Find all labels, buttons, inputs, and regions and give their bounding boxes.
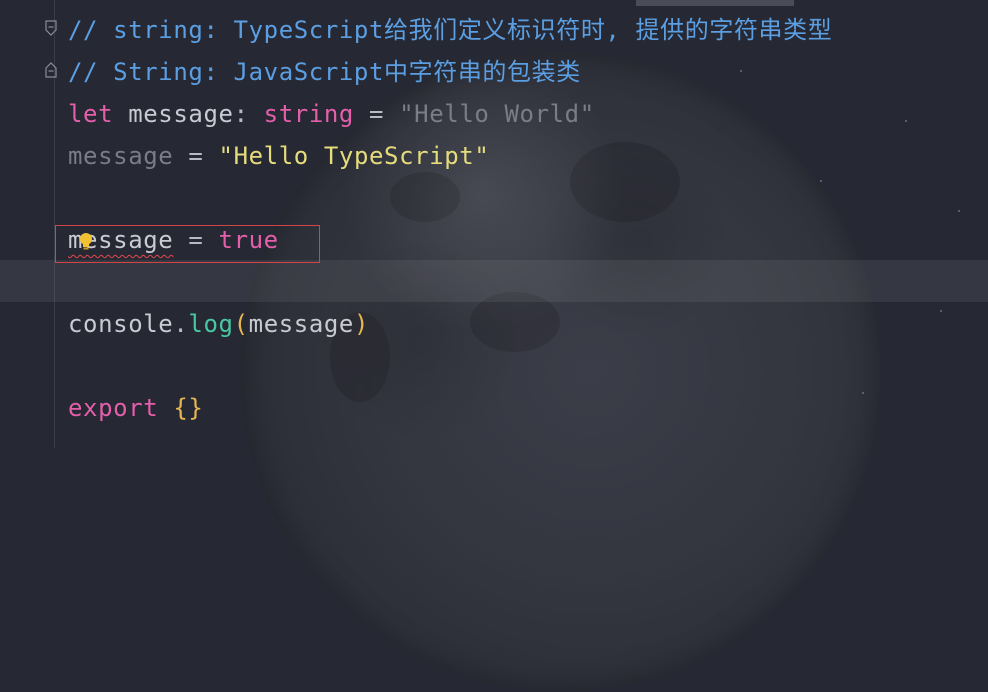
current-line-highlight [0,260,988,302]
identifier-token: message [113,100,234,128]
star-dot [940,310,942,312]
identifier-token: message [68,142,174,170]
keyword-token: export [68,394,159,422]
moon-crater [390,172,460,222]
code-line-comment: // String: JavaScript中字符串的包装类 [68,58,581,86]
paren-token: ( [233,310,249,338]
string-token: "Hello World" [399,100,595,128]
operator-token: = [173,226,219,254]
star-dot [958,210,960,212]
keyword-token: let [68,100,114,128]
operator-token: = [353,100,400,128]
moon-crater [570,142,680,222]
star-dot [740,70,742,72]
brace-token: {} [173,394,204,422]
fold-marker-icon[interactable] [45,20,57,36]
function-token: log [188,310,234,338]
punctuation-token: : [233,100,264,128]
boolean-token: true [218,226,279,254]
code-line: message = "Hello TypeScript" [68,135,489,177]
code-line: let message: string = "Hello World" [68,93,595,135]
code-line-error[interactable]: message = true [68,219,279,261]
identifier-token: console [68,310,174,338]
star-dot [862,392,864,394]
code-line-comment: // string: TypeScript给我们定义标识符时, 提供的字符串类型 [68,16,833,44]
star-dot [820,180,822,182]
punctuation-token: . [173,310,189,338]
scroll-indicator[interactable] [636,0,794,6]
lightbulb-icon[interactable] [78,231,94,251]
identifier-token: message [248,310,354,338]
string-token: "Hello TypeScript" [218,142,490,170]
code-line: export {} [68,387,203,429]
fold-marker-icon[interactable] [45,62,57,78]
operator-token: = [173,142,219,170]
code-line: console.log(message) [68,303,369,345]
star-dot [905,120,907,122]
paren-token: ) [354,310,370,338]
type-token: string [263,100,354,128]
